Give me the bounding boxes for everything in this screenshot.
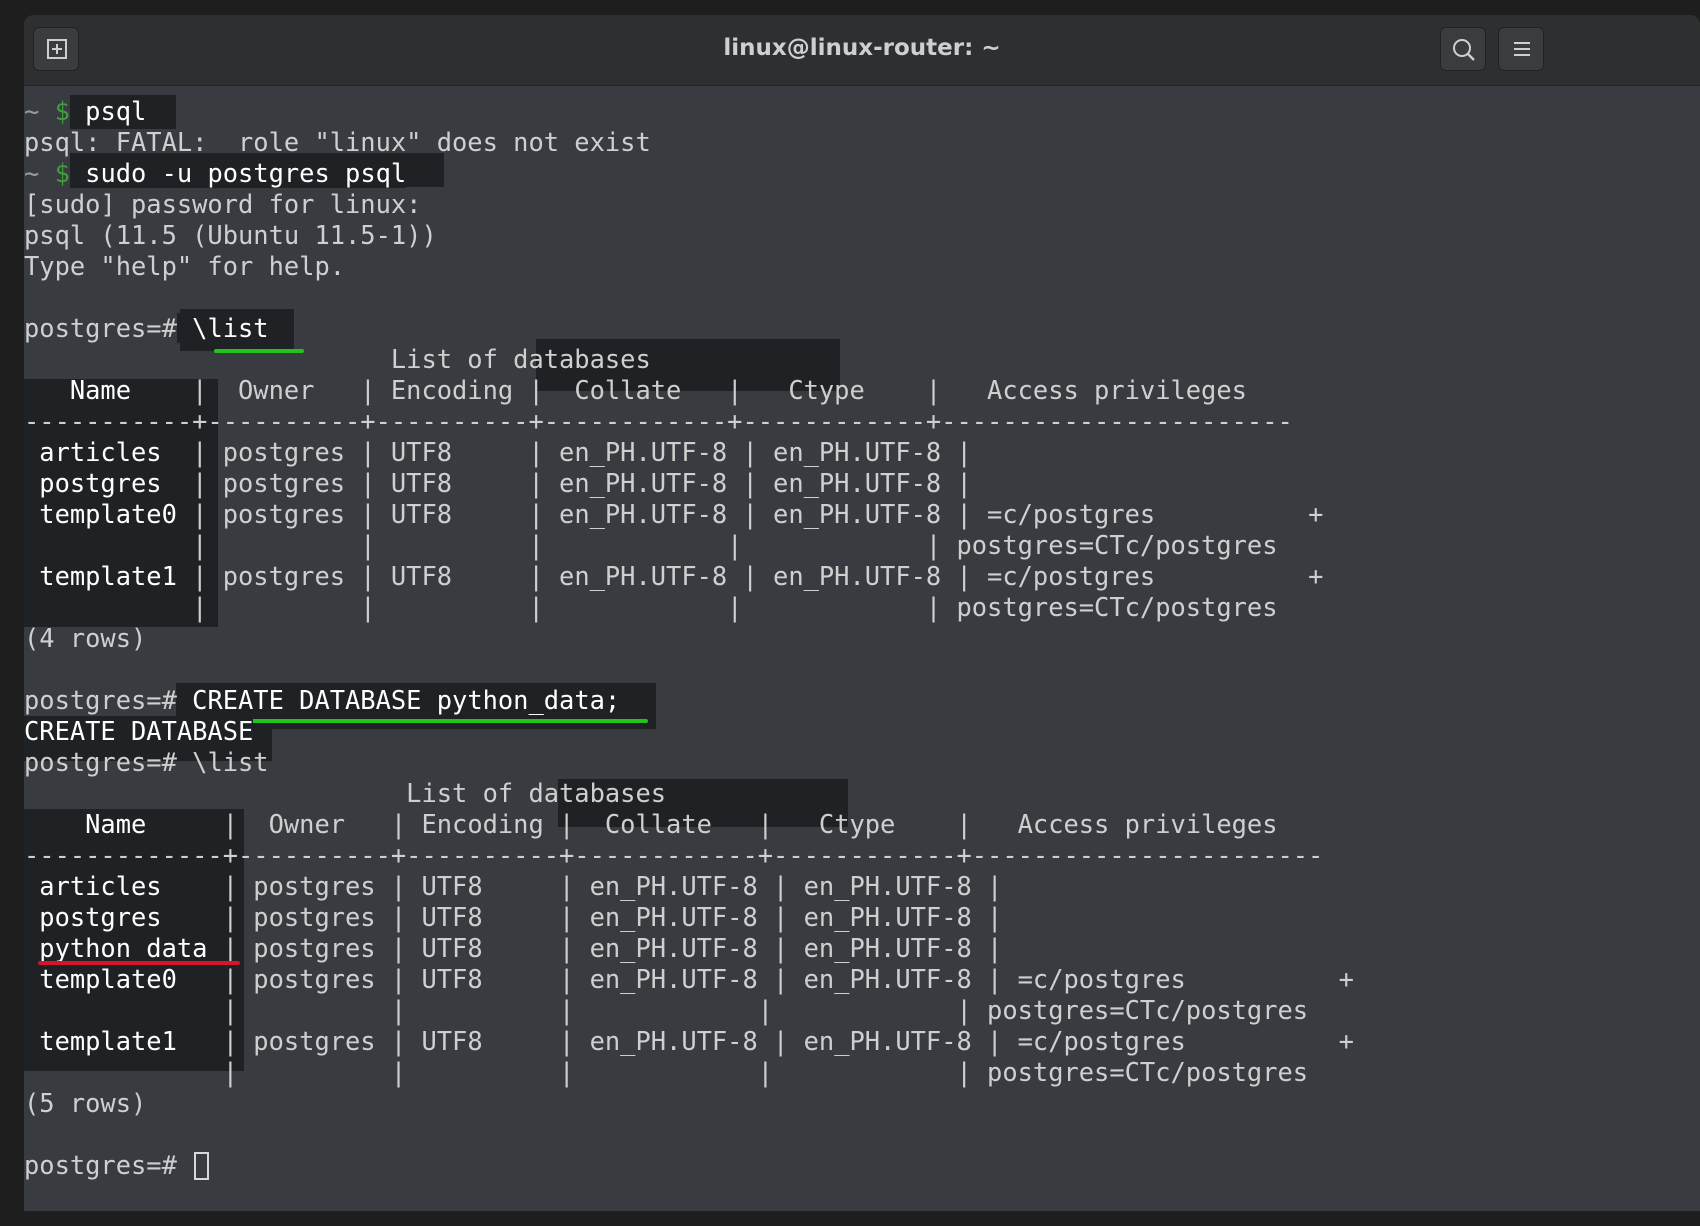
cell-name: template0 — [24, 499, 193, 529]
cell-name — [24, 995, 223, 1025]
cell-rest: | | | | | postgres=CTc/postgres — [222, 1057, 1309, 1087]
table-row: articles | postgres | UTF8 | en_PH.UTF-8… — [24, 871, 1018, 902]
terminal-line: psql (11.5 (Ubuntu 11.5-1)) — [24, 220, 437, 250]
table-row: | | | | | postgres=CTc/postgres — [24, 592, 1278, 623]
shell-prompt-tilde: ~ — [24, 96, 40, 126]
shell-prompt-dollar: $ — [54, 96, 70, 126]
table-row: | | | | | postgres=CTc/postgres — [24, 1057, 1308, 1088]
cell-name: template0 — [24, 964, 223, 994]
table-header: Name | Owner | Encoding | Collate | Ctyp… — [24, 809, 1323, 840]
cell-rest: | postgres | UTF8 | en_PH.UTF-8 | en_PH.… — [192, 561, 1324, 591]
cell-rest: | | | | | postgres=CTc/postgres — [192, 592, 1278, 622]
cell-name — [24, 530, 192, 560]
cell-rest: | postgres | UTF8 | en_PH.UTF-8 | en_PH.… — [222, 964, 1354, 994]
row-count: (4 rows) — [24, 623, 147, 653]
hamburger-menu-icon — [1514, 42, 1530, 56]
cell-rest: | postgres | UTF8 | en_PH.UTF-8 | en_PH.… — [222, 871, 1018, 901]
header-columns: | Owner | Encoding | Collate | Ctype | A… — [192, 375, 1293, 405]
cell-rest: | postgres | UTF8 | en_PH.UTF-8 | en_PH.… — [222, 1026, 1354, 1056]
terminal-output[interactable]: ~ $ psql psql: FATAL: role "linux" does … — [24, 93, 1700, 1211]
cell-name: postgres — [24, 468, 193, 498]
terminal-line: postgres=# \list — [24, 313, 269, 344]
command-response: CREATE DATABASE — [24, 716, 254, 746]
shell-prompt-tilde: ~ — [24, 158, 40, 188]
table-row: template1 | postgres | UTF8 | en_PH.UTF-… — [24, 561, 1323, 592]
annotation-underline — [214, 719, 648, 723]
table-divider: -------------+----------+----------+----… — [24, 840, 1324, 870]
table-divider: -----------+----------+----------+------… — [24, 406, 1293, 436]
terminal-line: ~ $ sudo -u postgres psql — [24, 158, 407, 189]
table-caption: List of databases — [24, 344, 651, 374]
table-header: Name | Owner | Encoding | Collate | Ctyp… — [24, 375, 1293, 406]
text-cursor — [194, 1152, 210, 1180]
command-text: \list — [176, 313, 269, 343]
cell-rest: | postgres | UTF8 | en_PH.UTF-8 | en_PH.… — [222, 902, 1018, 932]
psql-prompt: postgres=# — [24, 1150, 177, 1180]
command-text: \list — [176, 747, 269, 777]
command-text: CREATE DATABASE python_data; — [176, 685, 621, 715]
title-bar: linux@linux-router: ~ — [24, 15, 1700, 86]
table-row: template0 | postgres | UTF8 | en_PH.UTF-… — [24, 499, 1323, 530]
terminal-line: postgres=# — [24, 1150, 210, 1181]
terminal-line: ~ $ psql — [24, 96, 147, 127]
search-button[interactable] — [1440, 27, 1486, 71]
cell-name — [24, 592, 192, 622]
cell-name: template1 — [24, 561, 193, 591]
table-row: postgres | postgres | UTF8 | en_PH.UTF-8… — [24, 468, 987, 499]
psql-prompt: postgres=# — [24, 685, 177, 715]
shell-prompt-dollar: $ — [54, 158, 70, 188]
terminal-line: postgres=# \list — [24, 747, 269, 778]
terminal-line: postgres=# CREATE DATABASE python_data; — [24, 685, 621, 716]
terminal-line: psql: FATAL: role "linux" does not exist — [24, 127, 651, 157]
table-row: articles | postgres | UTF8 | en_PH.UTF-8… — [24, 437, 987, 468]
command-text: psql — [69, 96, 147, 126]
header-name: Name — [24, 809, 223, 839]
cell-rest: | postgres | UTF8 | en_PH.UTF-8 | en_PH.… — [192, 499, 1324, 529]
cell-name — [24, 1057, 223, 1087]
cell-name: postgres — [24, 902, 223, 932]
cell-rest: | postgres | UTF8 | en_PH.UTF-8 | en_PH.… — [222, 933, 1018, 963]
table-row: template1 | postgres | UTF8 | en_PH.UTF-… — [24, 1026, 1354, 1057]
terminal-line: Type "help" for help. — [24, 251, 346, 281]
command-text: sudo -u postgres psql — [69, 158, 407, 188]
psql-prompt: postgres=# — [24, 313, 177, 343]
menu-button[interactable] — [1498, 27, 1544, 71]
table-caption: List of databases — [24, 778, 667, 808]
cell-name: python_data — [24, 933, 223, 963]
cell-rest: | | | | | postgres=CTc/postgres — [192, 530, 1278, 560]
search-icon — [1453, 39, 1475, 61]
cell-rest: | postgres | UTF8 | en_PH.UTF-8 | en_PH.… — [192, 468, 988, 498]
table-row: python_data | postgres | UTF8 | en_PH.UT… — [24, 933, 1018, 964]
terminal-line: CREATE DATABASE — [24, 716, 254, 747]
cell-name: articles — [24, 871, 223, 901]
header-columns: | Owner | Encoding | Collate | Ctype | A… — [222, 809, 1324, 839]
cell-name: template1 — [24, 1026, 223, 1056]
table-row: postgres | postgres | UTF8 | en_PH.UTF-8… — [24, 902, 1018, 933]
cell-name: articles — [24, 437, 193, 467]
row-count: (5 rows) — [24, 1088, 147, 1118]
terminal-window: linux@linux-router: ~ ~ $ psql psql: FAT… — [24, 15, 1700, 1211]
terminal-line: [sudo] password for linux: — [24, 189, 422, 219]
table-row: | | | | | postgres=CTc/postgres — [24, 995, 1308, 1026]
table-row: template0 | postgres | UTF8 | en_PH.UTF-… — [24, 964, 1354, 995]
header-name: Name — [24, 375, 193, 405]
psql-prompt: postgres=# — [24, 747, 177, 777]
cell-rest: | | | | | postgres=CTc/postgres — [222, 995, 1309, 1025]
cell-rest: | postgres | UTF8 | en_PH.UTF-8 | en_PH.… — [192, 437, 988, 467]
table-row: | | | | | postgres=CTc/postgres — [24, 530, 1278, 561]
